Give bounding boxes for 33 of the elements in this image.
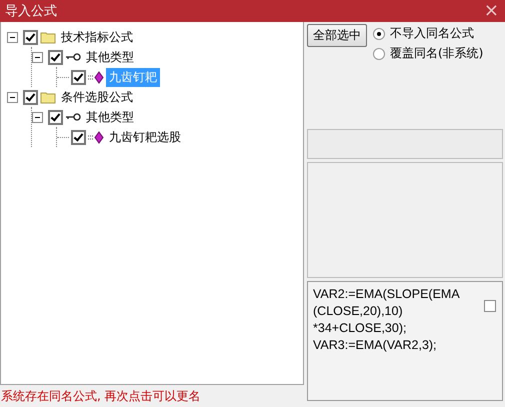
window-title: 导入公式 [5,3,57,20]
checkbox[interactable] [71,130,86,144]
diamond-icon [88,130,104,144]
checkbox[interactable] [23,30,38,44]
checkbox[interactable] [48,50,63,64]
status-message: 系统存在同名公式, 再次点击可以更名 [0,388,202,405]
tree-item[interactable]: 其他类型 [83,48,137,66]
expand-toggle[interactable] [32,112,43,122]
folder-icon [40,30,56,44]
tree-item[interactable]: 条件选股公式 [58,88,136,106]
tree-item[interactable]: 九齿钉耙选股 [106,128,184,146]
close-button[interactable]: × [478,1,505,21]
formula-text: *34+CLOSE,30); [313,320,408,337]
formula-text: VAR2:=EMA(SLOPE(EMA [313,286,460,303]
tree-item[interactable]: 技术指标公式 [58,28,136,46]
formula-text: (CLOSE,20),10) [313,303,404,320]
checkbox[interactable] [23,90,38,104]
radio-button[interactable] [373,48,385,60]
tree-item[interactable]: 其他类型 [83,108,137,126]
expand-toggle[interactable] [7,32,18,42]
expand-toggle[interactable] [7,92,18,102]
checkbox[interactable] [71,70,86,84]
checkbox[interactable] [48,110,63,124]
radio-label[interactable]: 覆盖同名(非系统) [390,45,484,62]
checkbox[interactable] [484,300,496,312]
radio-label[interactable]: 不导入同名公式 [390,25,474,42]
select-all-button[interactable]: 全部选中 [307,24,367,47]
input-field[interactable] [307,129,503,159]
expand-toggle[interactable] [32,52,43,62]
folder-icon [40,90,56,104]
diamond-icon [88,70,104,84]
radio-button[interactable] [373,28,385,40]
formula-text: VAR3:=EMA(VAR2,3); [313,337,438,354]
